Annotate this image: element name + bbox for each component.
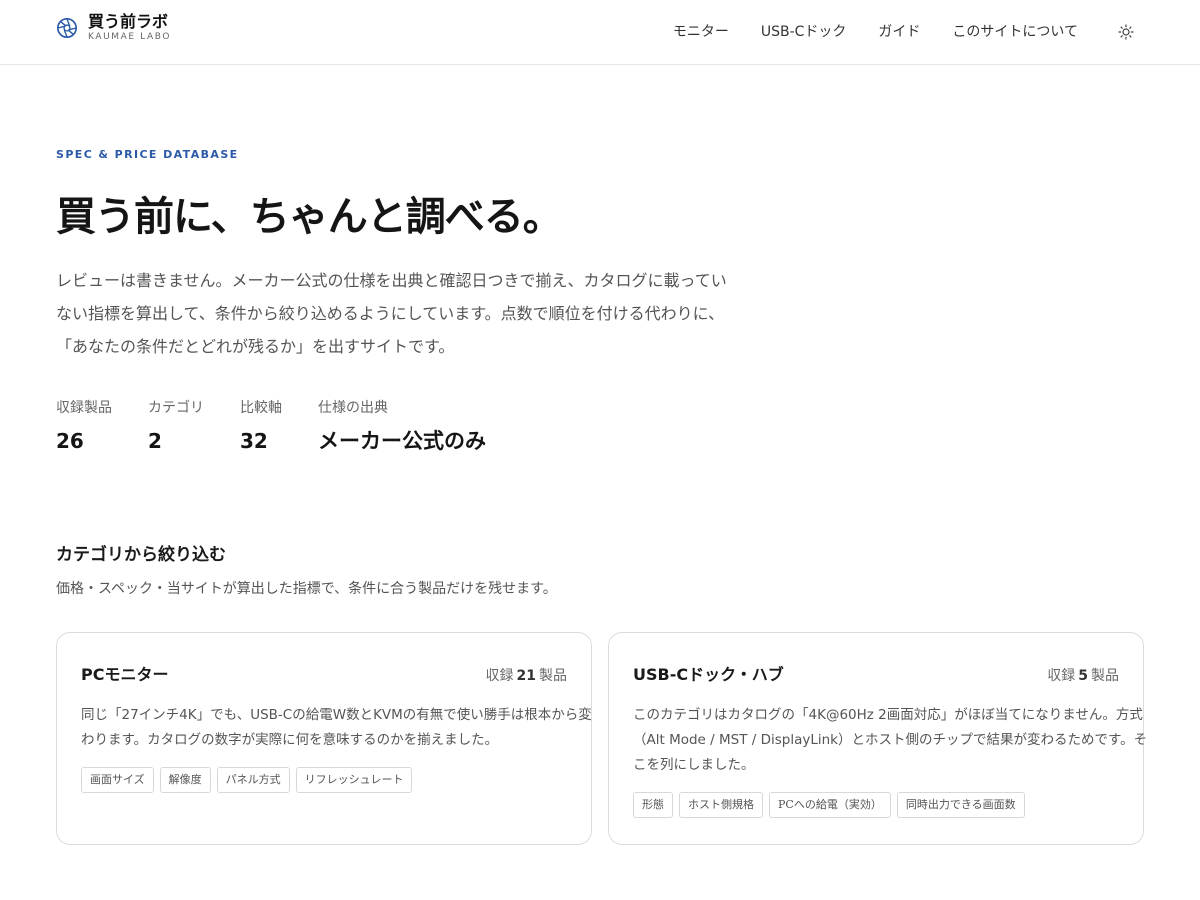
stat-categories: カテゴリ 2	[148, 398, 204, 454]
site-logo[interactable]: 買う前ラボ KAUMAE LABO	[56, 12, 171, 43]
tag: PCへの給電（実効）	[769, 792, 891, 818]
card-title: PCモニター	[81, 665, 169, 684]
card-count: 収録 21 製品	[486, 665, 567, 685]
card-desc-line: こを列にしました。	[633, 757, 755, 773]
hero-desc-line: レビューは書きません。メーカー公式の仕様を出典と確認日つきで揃え、カタログに載っ…	[56, 271, 727, 290]
tag: 解像度	[159, 767, 211, 793]
stat-value: 2	[148, 429, 162, 453]
hero-eyebrow: SPEC & PRICE DATABASE	[56, 148, 239, 161]
count-suffix: 製品	[539, 668, 567, 684]
tag: リフレッシュレート	[295, 767, 413, 793]
card-description: 同じ「27インチ4K」でも、USB-Cの給電W数とKVMの有無で使い勝手は根本か…	[81, 703, 592, 753]
tag: 形態	[633, 792, 673, 818]
card-tags: 形態 ホスト側規格 PCへの給電（実効） 同時出力できる画面数	[633, 792, 1119, 818]
hero-desc-line: 「あなたの条件だとどれが残るか」を出すサイトです。	[56, 337, 455, 356]
brand-subtitle: KAUMAE LABO	[88, 32, 172, 42]
sun-icon	[1118, 24, 1134, 40]
stat-value: メーカー公式のみ	[318, 428, 486, 453]
count-number: 5	[1078, 668, 1088, 684]
main-nav: モニター USB-Cドック ガイド このサイトについて	[673, 20, 1136, 44]
tag: ホスト側規格	[679, 792, 763, 818]
aperture-logo-icon	[57, 17, 77, 38]
stat-label: 仕様の出典	[318, 400, 388, 416]
stat-label: 収録製品	[56, 400, 112, 416]
logo-text: 買う前ラボ KAUMAE LABO	[88, 12, 171, 43]
card-header: USB-Cドック・ハブ 収録 5 製品	[633, 661, 1119, 685]
stat-value: 32	[240, 429, 268, 453]
category-card-monitor[interactable]: PCモニター 収録 21 製品 同じ「27インチ4K」でも、USB-Cの給電W数とK…	[56, 632, 592, 845]
stats-row: 収録製品 26 カテゴリ 2 比較軸 32 仕様の出典 メーカー公式のみ	[56, 398, 522, 454]
nav-item-usbc-dock[interactable]: USB-Cドック	[761, 20, 847, 44]
tag: 同時出力できる画面数	[896, 792, 1025, 818]
stat-value: 26	[56, 429, 84, 453]
stat-label: カテゴリ	[148, 400, 204, 416]
nav-item-about[interactable]: このサイトについて	[952, 20, 1078, 44]
section-title: カテゴリから絞り込む	[56, 545, 226, 565]
card-tags: 画面サイズ 解像度 パネル方式 リフレッシュレート	[81, 767, 567, 793]
count-number: 21	[516, 668, 536, 684]
stat-compare-axes: 比較軸 32	[240, 398, 282, 454]
hero-title: 買う前に、ちゃんと調べる。	[56, 193, 563, 240]
tag: 画面サイズ	[81, 767, 154, 793]
hero-description: レビューは書きません。メーカー公式の仕様を出典と確認日つきで揃え、カタログに載っ…	[56, 264, 727, 363]
stat-products: 収録製品 26	[56, 398, 112, 454]
nav-item-monitor[interactable]: モニター	[673, 20, 729, 44]
count-prefix: 収録	[485, 668, 514, 684]
site-header: 買う前ラボ KAUMAE LABO モニター USB-Cドック ガイド このサイ…	[0, 0, 1200, 65]
count-suffix: 製品	[1091, 668, 1119, 684]
count-prefix: 収録	[1047, 668, 1076, 684]
brand-name: 買う前ラボ	[88, 12, 169, 31]
stat-spec-source: 仕様の出典 メーカー公式のみ	[318, 398, 486, 454]
card-desc-line: 同じ「27インチ4K」でも、USB-Cの給電W数とKVMの有無で使い勝手は根本か…	[81, 707, 592, 723]
theme-toggle-button[interactable]	[1116, 22, 1136, 42]
card-title: USB-Cドック・ハブ	[633, 665, 784, 684]
nav-item-guide[interactable]: ガイド	[878, 20, 920, 44]
card-desc-line: （Alt Mode / MST / DisplayLink）とホスト側のチップで…	[633, 732, 1148, 748]
card-count: 収録 5 製品	[1047, 665, 1119, 685]
tag: パネル方式	[216, 767, 290, 793]
hero-desc-line: ない指標を算出して、条件から絞り込めるようにしています。点数で順位を付ける代わり…	[56, 304, 725, 323]
stat-label: 比較軸	[240, 400, 282, 416]
card-desc-line: このカテゴリはカタログの「4K@60Hz 2画面対応」がほぼ当てになりません。方…	[633, 707, 1143, 723]
card-header: PCモニター 収録 21 製品	[81, 661, 567, 685]
section-description: 価格・スペック・当サイトが算出した指標で、条件に合う製品だけを残せます。	[56, 581, 557, 597]
card-description: このカテゴリはカタログの「4K@60Hz 2画面対応」がほぼ当てになりません。方…	[633, 703, 1148, 778]
category-card-usbc-dock[interactable]: USB-Cドック・ハブ 収録 5 製品 このカテゴリはカタログの「4K@60Hz 2…	[608, 632, 1148, 845]
card-desc-line: わります。カタログの数字が実際に何を意味するのかを揃えました。	[81, 732, 499, 748]
